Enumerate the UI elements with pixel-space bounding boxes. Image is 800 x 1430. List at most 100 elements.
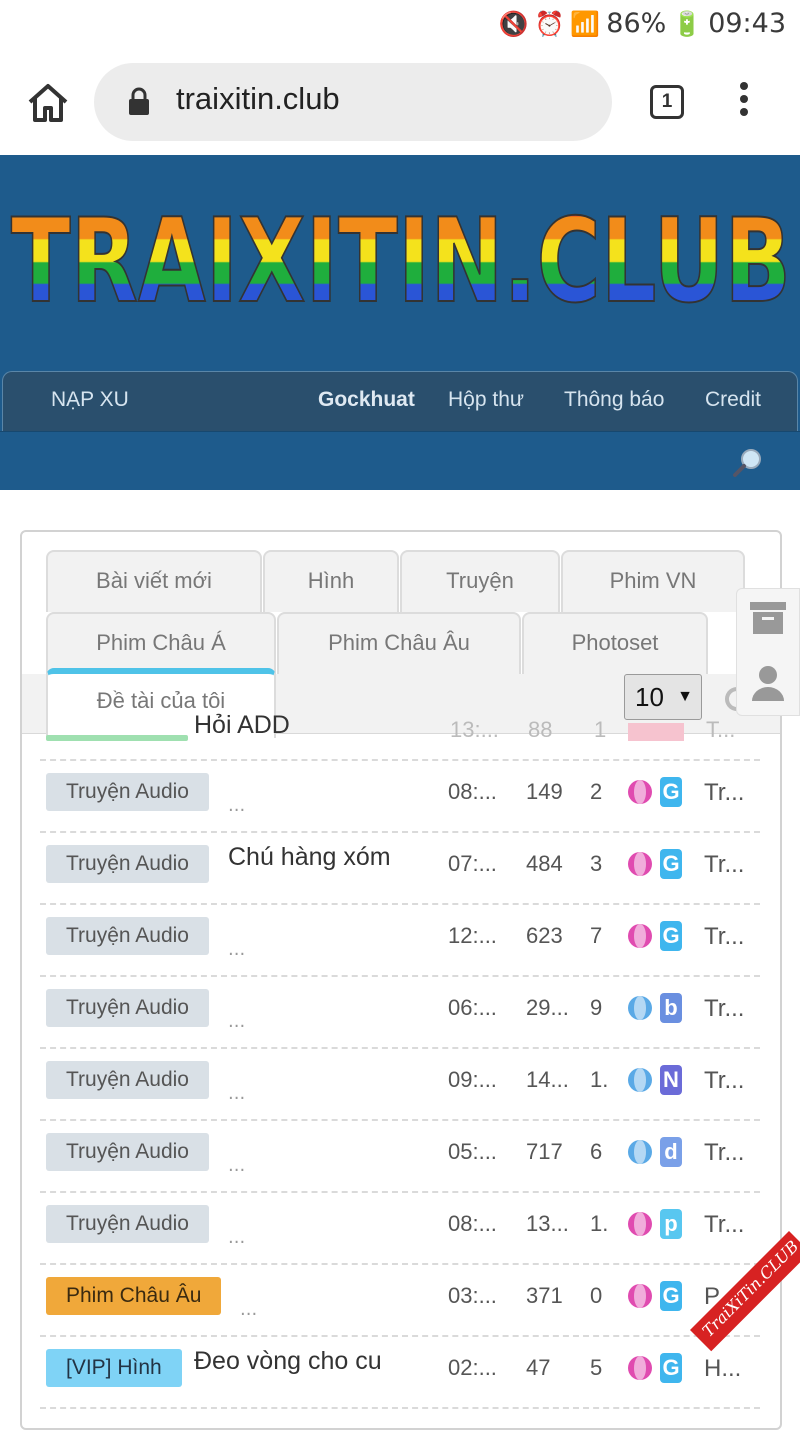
thread-row[interactable]: Truyện Audio... 06:... 29... 9 b Tr... bbox=[40, 977, 760, 1049]
thread-views: 13... bbox=[526, 1211, 569, 1236]
thread-title-ellipsis[interactable]: ... bbox=[228, 1011, 245, 1032]
thread-prefix-badge[interactable]: [VIP] Hình bbox=[46, 1349, 182, 1387]
thread-row[interactable]: Truyện Audio Chú hàng xóm 07:... 484 3 G Tr... bbox=[40, 833, 760, 905]
thread-views: 47 bbox=[526, 1355, 551, 1380]
thread-time: 13:... bbox=[450, 717, 499, 742]
thread-last-poster[interactable]: Tr... bbox=[704, 1139, 744, 1167]
thread-prefix-badge[interactable]: Truyện Audio bbox=[46, 989, 209, 1027]
rank-avatar-icon bbox=[628, 1356, 652, 1380]
thread-title-ellipsis[interactable]: ... bbox=[228, 1083, 245, 1104]
thread-row[interactable]: Truyện Audio... 12:... 623 7 G Tr... bbox=[40, 905, 760, 977]
thread-replies: 6 bbox=[590, 1139, 603, 1164]
thread-row[interactable]: Truyện Audio... 09:... 14... 1. N Tr... bbox=[40, 1049, 760, 1121]
rank-avatar-icon bbox=[628, 852, 652, 876]
thread-prefix-badge[interactable]: Truyện Audio bbox=[46, 1205, 209, 1243]
thread-last-poster[interactable]: Tr... bbox=[704, 851, 744, 879]
user-initial-badge: G bbox=[660, 1353, 682, 1383]
rank-avatar-icon bbox=[628, 996, 652, 1020]
thread-title[interactable]: Chú hàng xóm bbox=[228, 843, 391, 872]
thread-last-poster[interactable]: Tr... bbox=[704, 1211, 744, 1239]
thread-last-poster[interactable]: T... bbox=[706, 717, 735, 743]
user-initial-badge: G bbox=[660, 849, 682, 879]
thread-time: 09:... bbox=[448, 1067, 497, 1092]
thread-title[interactable]: Đeo vòng cho cu bbox=[194, 1347, 382, 1376]
thread-replies: 1. bbox=[590, 1067, 609, 1092]
url-text: traixitin.club bbox=[176, 81, 340, 116]
thread-time: 07:... bbox=[448, 851, 497, 876]
thread-prefix-badge[interactable]: Phim Châu Âu bbox=[46, 1277, 222, 1315]
home-icon[interactable] bbox=[24, 78, 72, 126]
nav-user[interactable]: Gockhuat bbox=[318, 388, 415, 412]
thread-views: 484 bbox=[526, 851, 563, 876]
thread-prefix-badge[interactable]: Truyện Audio bbox=[46, 1061, 209, 1099]
search-bar bbox=[0, 431, 800, 490]
avatar-partial bbox=[628, 723, 684, 741]
user-initial-badge: p bbox=[660, 1209, 682, 1239]
thread-row[interactable]: Hỏi ADD 13:... 88 1 T... bbox=[40, 695, 760, 761]
lock-icon bbox=[129, 87, 149, 115]
tab-hinh[interactable]: Hình bbox=[263, 550, 399, 612]
rank-avatar-icon bbox=[628, 1140, 652, 1164]
tab-truyen[interactable]: Truyện bbox=[400, 550, 560, 612]
tab-phim-chau-au[interactable]: Phim Châu Âu bbox=[277, 612, 521, 674]
tab-switcher-button[interactable]: 1 bbox=[650, 85, 684, 119]
thread-prefix-badge[interactable]: Truyện Audio bbox=[46, 845, 209, 883]
thread-row[interactable]: Truyện Audio... 05:... 717 6 d Tr... bbox=[40, 1121, 760, 1193]
thread-views: 371 bbox=[526, 1283, 563, 1308]
thread-last-poster[interactable]: Tr... bbox=[704, 779, 744, 807]
thread-title-ellipsis[interactable]: ... bbox=[228, 939, 245, 960]
badge-partial bbox=[46, 735, 188, 741]
address-bar[interactable]: traixitin.club bbox=[94, 63, 612, 141]
thread-prefix-badge[interactable]: Truyện Audio bbox=[46, 917, 209, 955]
thread-last-poster[interactable]: H... bbox=[704, 1355, 741, 1383]
thread-views: 14... bbox=[526, 1067, 569, 1092]
thread-row[interactable]: Phim Châu Âu... 03:... 371 0 G P... bbox=[40, 1265, 760, 1337]
user-initial-badge: G bbox=[660, 1281, 682, 1311]
wifi-icon: 📶 bbox=[570, 9, 601, 38]
thread-title-ellipsis[interactable]: ... bbox=[240, 1299, 257, 1320]
battery-percent: 86% bbox=[606, 8, 667, 39]
thread-last-poster[interactable]: Tr... bbox=[704, 1067, 744, 1095]
thread-replies: 0 bbox=[590, 1283, 603, 1308]
thread-replies: 7 bbox=[590, 923, 603, 948]
thread-row[interactable]: Truyện Audio... 08:... 13... 1. p Tr... bbox=[40, 1193, 760, 1265]
thread-prefix-badge[interactable]: Truyện Audio bbox=[46, 1133, 209, 1171]
thread-title[interactable]: Hỏi ADD bbox=[194, 711, 290, 740]
status-bar: 🔇 ⏰ 📶 86% 🔋 09:43 bbox=[0, 0, 800, 52]
alarm-icon: ⏰ bbox=[534, 9, 565, 38]
thread-row[interactable]: [VIP] Hình Đeo vòng cho cu 02:... 47 5 G H... bbox=[40, 1337, 760, 1409]
user-initial-badge: N bbox=[660, 1065, 682, 1095]
nav-alerts[interactable]: Thông báo bbox=[564, 388, 664, 412]
thread-time: 05:... bbox=[448, 1139, 497, 1164]
search-icon[interactable] bbox=[732, 446, 764, 478]
battery-icon: 🔋 bbox=[672, 9, 703, 38]
thread-time: 12:... bbox=[448, 923, 497, 948]
main-nav: NẠP XU Gockhuat Hộp thư Thông báo Credit bbox=[2, 371, 798, 431]
nav-inbox[interactable]: Hộp thư bbox=[448, 388, 524, 412]
thread-views: 29... bbox=[526, 995, 569, 1020]
browser-menu-icon[interactable] bbox=[736, 82, 752, 122]
thread-views: 717 bbox=[526, 1139, 563, 1164]
browser-toolbar: traixitin.club 1 bbox=[0, 52, 800, 155]
thread-title-ellipsis[interactable]: ... bbox=[228, 1155, 245, 1176]
nav-nap-xu[interactable]: NẠP XU bbox=[51, 388, 129, 412]
tab-photoset[interactable]: Photoset bbox=[522, 612, 708, 674]
thread-row[interactable]: Truyện Audio... 08:... 149 2 G Tr... bbox=[40, 761, 760, 833]
thread-last-poster[interactable]: Tr... bbox=[704, 995, 744, 1023]
thread-time: 06:... bbox=[448, 995, 497, 1020]
mute-icon: 🔇 bbox=[498, 9, 529, 38]
nav-credit[interactable]: Credit bbox=[705, 388, 761, 412]
rank-avatar-icon bbox=[628, 1284, 652, 1308]
tab-bai-viet-moi[interactable]: Bài viết mới bbox=[46, 550, 262, 612]
archive-icon[interactable] bbox=[749, 601, 787, 635]
thread-prefix-badge[interactable]: Truyện Audio bbox=[46, 773, 209, 811]
thread-title-ellipsis[interactable]: ... bbox=[228, 795, 245, 816]
user-initial-badge: G bbox=[660, 921, 682, 951]
thread-last-poster[interactable]: Tr... bbox=[704, 923, 744, 951]
tab-phim-chau-a[interactable]: Phim Châu Á bbox=[46, 612, 276, 674]
tab-phim-vn[interactable]: Phim VN bbox=[561, 550, 745, 612]
thread-time: 08:... bbox=[448, 779, 497, 804]
site-logo[interactable]: TRAIXITIN.CLUB bbox=[6, 199, 796, 319]
thread-title-ellipsis[interactable]: ... bbox=[228, 1227, 245, 1248]
thread-views: 623 bbox=[526, 923, 563, 948]
